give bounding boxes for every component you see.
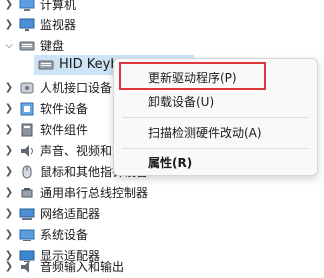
chevron-right-icon[interactable]: ❯ — [4, 229, 14, 241]
chevron-right-icon[interactable]: ❯ — [4, 124, 14, 136]
mouse-icon — [19, 164, 35, 180]
chevron-right-icon[interactable]: ❯ — [4, 145, 14, 157]
tree-item-label: 键盘 — [40, 39, 65, 53]
chevron-right-icon[interactable]: ❯ — [4, 19, 14, 31]
software-device-icon — [19, 101, 35, 117]
chevron-right-icon[interactable]: ❯ — [4, 261, 14, 273]
system-device-icon — [19, 227, 35, 243]
usb-icon — [19, 185, 35, 201]
chevron-right-icon[interactable]: ❯ — [4, 0, 14, 11]
software-component-icon — [19, 122, 35, 138]
chevron-right-icon[interactable]: ❯ — [4, 208, 14, 220]
tree-item-label: 计算机 — [40, 0, 77, 12]
menu-item-properties[interactable]: 属性(R) — [148, 155, 192, 171]
tree-item-system-device[interactable]: ❯ 系统设备 — [0, 224, 324, 246]
menu-item-scan-hardware[interactable]: 扫描检测硬件改动(A) — [148, 125, 262, 141]
chevron-right-icon[interactable]: ❯ — [4, 166, 14, 178]
tree-item-network-adapter[interactable]: ❯ 网络适配器 — [0, 203, 324, 225]
tree-item-label: 人机接口设备 — [40, 81, 113, 95]
tree-item-label: 软件组件 — [40, 123, 89, 137]
tree-item-monitor[interactable]: ❯ 监视器 — [0, 14, 324, 36]
menu-separator — [122, 117, 309, 118]
network-adapter-icon — [19, 206, 35, 222]
menu-item-uninstall-device[interactable]: 卸载设备(U) — [148, 94, 214, 110]
chevron-right-icon[interactable]: ❯ — [4, 82, 14, 94]
menu-item-update-driver[interactable]: 更新驱动程序(P) — [148, 70, 237, 86]
monitor-icon — [19, 17, 35, 33]
tree-item-label: 系统设备 — [40, 228, 89, 242]
tree-item-label: 软件设备 — [40, 102, 89, 116]
speaker-icon — [19, 143, 35, 159]
chevron-right-icon[interactable]: ❯ — [4, 187, 14, 199]
context-menu: 更新驱动程序(P) 卸载设备(U) 扫描检测硬件改动(A) 属性(R) — [113, 58, 318, 176]
chevron-right-icon[interactable]: ❯ — [4, 103, 14, 115]
menu-separator — [122, 148, 309, 149]
tree-item-usb-controller[interactable]: ❯ 通用串行总线控制器 — [0, 182, 324, 204]
tree-item-label: 监视器 — [40, 18, 77, 32]
tree-item-label: 网络适配器 — [40, 207, 101, 221]
keyboard-icon — [19, 38, 35, 54]
hid-icon — [19, 80, 35, 96]
tree-item-label: 通用串行总线控制器 — [40, 186, 149, 200]
chevron-down-icon[interactable]: ⌵ — [4, 40, 14, 52]
computer-icon — [19, 0, 35, 13]
keyboard-icon — [38, 57, 54, 73]
tree-item-audio-io[interactable]: ❯ 音频输入和输出 — [0, 256, 324, 278]
